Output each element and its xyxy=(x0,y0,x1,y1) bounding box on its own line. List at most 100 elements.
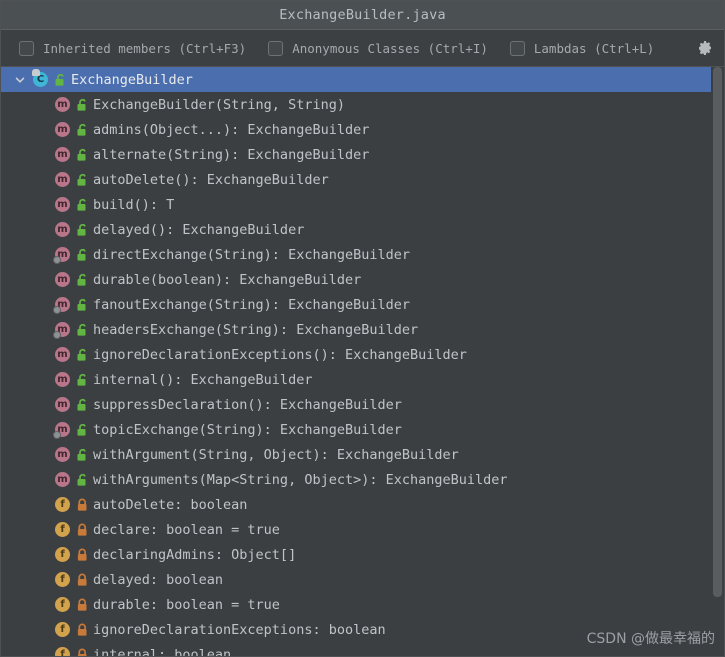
checkbox-box-icon[interactable] xyxy=(509,40,525,56)
tree-row-method[interactable]: m alternate(String): ExchangeBuilder xyxy=(1,142,724,167)
method-icon: m xyxy=(54,121,71,138)
lock-icon xyxy=(77,598,87,611)
tree-row-method[interactable]: m directExchange(String): ExchangeBuilder xyxy=(1,242,724,267)
class-icon: C xyxy=(32,69,49,88)
tree-row-method[interactable]: m build(): T xyxy=(1,192,724,217)
vertical-scrollbar[interactable] xyxy=(711,67,724,656)
field-icon: f xyxy=(54,596,71,613)
method-icon: m xyxy=(54,446,71,463)
unlock-icon xyxy=(77,198,86,211)
lock-icon xyxy=(77,573,87,586)
unlock-icon xyxy=(77,448,86,461)
field-icon: f xyxy=(54,546,71,563)
method-icon: m xyxy=(53,296,71,314)
expander-toggle[interactable] xyxy=(9,74,31,86)
file-structure-popup: ExchangeBuilder.java Inherited members (… xyxy=(0,0,725,657)
tree-row-label: build(): T xyxy=(93,196,175,213)
tree-row-label: autoDelete(): ExchangeBuilder xyxy=(93,171,329,188)
tree-row-method[interactable]: m withArgument(String, Object): ExchangeB… xyxy=(1,442,724,467)
method-icon: m xyxy=(54,471,71,488)
field-icon: f xyxy=(54,521,71,538)
tree-row-label: durable: boolean = true xyxy=(93,596,280,613)
settings-button[interactable] xyxy=(694,37,716,59)
tree-row-label: ExchangeBuilder(String, String) xyxy=(93,96,345,113)
unlock-icon xyxy=(77,373,86,386)
tree-row-label: declare: boolean = true xyxy=(93,521,280,538)
unlock-icon xyxy=(77,423,86,436)
unlock-icon xyxy=(77,273,86,286)
tree-row-label: withArgument(String, Object): ExchangeBu… xyxy=(93,446,459,463)
tree-row-label: admins(Object...): ExchangeBuilder xyxy=(93,121,370,138)
tree-row-label: ExchangeBuilder xyxy=(71,71,193,88)
method-icon: m xyxy=(54,221,71,238)
tree-row-label: autoDelete: boolean xyxy=(93,496,248,513)
structure-tree-scroll[interactable]: C ExchangeBuilder m ExchangeBuilder(String,… xyxy=(1,67,724,656)
checkbox-anonymous-classes[interactable]: Anonymous Classes (Ctrl+I) xyxy=(268,40,488,56)
tree-row-method[interactable]: m topicExchange(String): ExchangeBuilder xyxy=(1,417,724,442)
checkbox-anonymous-classes-label: Anonymous Classes (Ctrl+I) xyxy=(292,40,488,56)
tree-row-method[interactable]: m headersExchange(String): ExchangeBuilde… xyxy=(1,317,724,342)
tree-row-field[interactable]: f declare: boolean = true xyxy=(1,517,724,542)
scrollbar-thumb[interactable] xyxy=(713,67,722,598)
tree-row-field[interactable]: f durable: boolean = true xyxy=(1,592,724,617)
chevron-down-icon xyxy=(15,77,25,83)
unlock-icon xyxy=(77,348,86,361)
checkbox-box-icon[interactable] xyxy=(268,40,284,56)
method-icon: m xyxy=(53,321,71,339)
method-icon: m xyxy=(54,96,71,113)
tree-row-method[interactable]: m autoDelete(): ExchangeBuilder xyxy=(1,167,724,192)
tree-row-method[interactable]: m delayed(): ExchangeBuilder xyxy=(1,217,724,242)
tree-row-class[interactable]: C ExchangeBuilder xyxy=(1,67,724,92)
static-modifier-icon xyxy=(53,431,61,439)
tree-row-label: delayed(): ExchangeBuilder xyxy=(93,221,305,238)
tree-row-field[interactable]: f internal: boolean xyxy=(1,642,724,656)
tree-row-label: declaringAdmins: Object[] xyxy=(93,546,297,563)
tree-row-field[interactable]: f ignoreDeclarationExceptions: boolean xyxy=(1,617,724,642)
checkbox-lambdas[interactable]: Lambdas (Ctrl+L) xyxy=(509,40,655,56)
filter-toolbar: Inherited members (Ctrl+F3) Anonymous Cl… xyxy=(1,30,724,67)
tree-row-label: ignoreDeclarationExceptions(): ExchangeB… xyxy=(93,346,467,363)
gear-icon xyxy=(699,41,711,55)
unlock-icon xyxy=(77,473,86,486)
unlock-icon xyxy=(77,173,86,186)
tree-row-method[interactable]: m fanoutExchange(String): ExchangeBuilder xyxy=(1,292,724,317)
tree-row-method[interactable]: m durable(boolean): ExchangeBuilder xyxy=(1,267,724,292)
tree-row-label: fanoutExchange(String): ExchangeBuilder xyxy=(93,296,410,313)
checkbox-lambdas-label: Lambdas (Ctrl+L) xyxy=(533,40,655,56)
tree-row-label: directExchange(String): ExchangeBuilder xyxy=(93,246,410,263)
field-icon: f xyxy=(54,646,71,656)
tree-row-label: internal: boolean xyxy=(93,646,232,657)
unlock-icon xyxy=(77,123,86,136)
unlock-icon xyxy=(77,398,86,411)
method-icon: m xyxy=(54,346,71,363)
tree-row-label: delayed: boolean xyxy=(93,571,224,588)
checkbox-inherited-members[interactable]: Inherited members (Ctrl+F3) xyxy=(19,40,247,56)
tree-row-label: withArguments(Map<String, Object>): Exch… xyxy=(93,471,508,488)
unlock-icon xyxy=(77,98,86,111)
field-icon: f xyxy=(54,621,71,638)
method-icon: m xyxy=(54,371,71,388)
lock-icon xyxy=(77,623,87,636)
tree-row-field[interactable]: f autoDelete: boolean xyxy=(1,492,724,517)
tree-row-method[interactable]: m ExchangeBuilder(String, String) xyxy=(1,92,724,117)
unlock-icon xyxy=(77,148,86,161)
tree-row-field[interactable]: f delayed: boolean xyxy=(1,567,724,592)
method-icon: m xyxy=(53,246,71,264)
method-icon: m xyxy=(54,146,71,163)
tree-row-method[interactable]: m withArguments(Map<String, Object>): Exc… xyxy=(1,467,724,492)
tree-row-method[interactable]: m internal(): ExchangeBuilder xyxy=(1,367,724,392)
unlock-icon xyxy=(77,323,86,336)
tree-row-label: durable(boolean): ExchangeBuilder xyxy=(93,271,362,288)
unlock-icon xyxy=(55,73,64,86)
tree-row-field[interactable]: f declaringAdmins: Object[] xyxy=(1,542,724,567)
checkbox-inherited-members-label: Inherited members (Ctrl+F3) xyxy=(43,40,247,56)
method-icon: m xyxy=(54,396,71,413)
method-icon: m xyxy=(53,421,71,439)
static-modifier-icon xyxy=(53,331,61,339)
method-icon: m xyxy=(54,271,71,288)
tree-row-method[interactable]: m suppressDeclaration(): ExchangeBuilder xyxy=(1,392,724,417)
checkbox-box-icon[interactable] xyxy=(19,40,34,56)
static-modifier-icon xyxy=(53,256,61,264)
tree-row-method[interactable]: m ignoreDeclarationExceptions(): Exchange… xyxy=(1,342,724,367)
tree-row-method[interactable]: m admins(Object...): ExchangeBuilder xyxy=(1,117,724,142)
